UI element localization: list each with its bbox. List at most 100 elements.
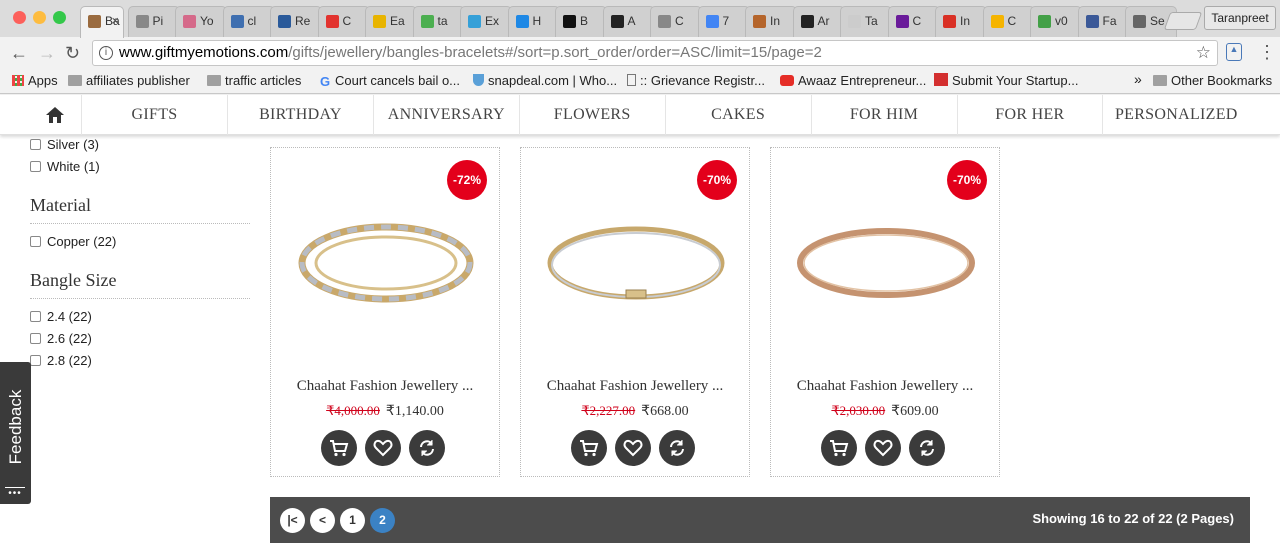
more-bookmarks-icon[interactable]: » — [1134, 71, 1142, 87]
size-filter-option[interactable]: 2.4 (22) — [30, 309, 92, 324]
color-filter-option[interactable]: Silver (3) — [30, 137, 99, 152]
new-price: ₹668.00 — [641, 404, 689, 419]
browser-tab[interactable]: C — [982, 6, 1035, 37]
nav-item-gifts[interactable]: GIFTS — [82, 95, 228, 135]
browser-tab[interactable]: Ex — [460, 6, 512, 37]
home-button[interactable] — [0, 95, 82, 135]
add-to-cart-button[interactable] — [571, 430, 607, 466]
browser-tab[interactable]: Yo — [175, 6, 227, 37]
browser-tab[interactable]: Pi — [127, 6, 180, 37]
url-path: /gifts/jewellery/bangles-bracelets#/sort… — [288, 44, 822, 61]
bookmark-item[interactable]: Submit Your Startup... — [934, 73, 1078, 88]
browser-menu-icon[interactable]: ⋮ — [1258, 42, 1276, 63]
bookmark-item[interactable]: snapdeal.com | Who... — [473, 73, 617, 88]
bookmarks-bar: Apps affiliates publisher traffic articles… — [0, 68, 1280, 94]
close-tab-icon[interactable]: × — [111, 13, 119, 28]
page-1-button[interactable]: 1 — [340, 508, 365, 533]
product-image[interactable] — [546, 208, 726, 318]
forward-icon[interactable]: → — [38, 43, 56, 64]
new-tab-button[interactable] — [1163, 12, 1203, 30]
other-bookmarks[interactable]: Other Bookmarks — [1153, 73, 1272, 88]
material-filter-option[interactable]: Copper (22) — [30, 234, 116, 249]
minimize-window-icon[interactable] — [33, 11, 46, 24]
extension-icon[interactable]: ▲ — [1226, 43, 1242, 61]
size-filter-option[interactable]: 2.8 (22) — [30, 353, 92, 368]
checkbox[interactable] — [30, 311, 41, 322]
browser-tab[interactable]: 7 — [697, 6, 750, 37]
browser-tab[interactable]: C — [650, 6, 702, 37]
maximize-window-icon[interactable] — [53, 11, 66, 24]
feedback-tab[interactable]: Feedback ••• — [0, 362, 31, 504]
product-card[interactable]: -72% Chaahat Fashion Jewellery ... ₹4,000.… — [270, 147, 500, 477]
nav-item-for-him[interactable]: FOR HIM — [812, 95, 958, 135]
wishlist-button[interactable] — [615, 430, 651, 466]
nav-item-anniversary[interactable]: ANNIVERSARY — [374, 95, 520, 135]
browser-tab[interactable]: H — [507, 6, 560, 37]
checkbox[interactable] — [30, 139, 41, 150]
browser-tab[interactable]: cl — [222, 6, 275, 37]
product-image[interactable] — [296, 208, 476, 318]
profile-button[interactable]: Taranpreet — [1204, 6, 1276, 30]
browser-tab[interactable]: ta — [412, 6, 465, 37]
product-name[interactable]: Chaahat Fashion Jewellery ... — [521, 378, 749, 395]
wishlist-button[interactable] — [865, 430, 901, 466]
tab-title: Ta — [865, 14, 878, 28]
product-card[interactable]: -70% Chaahat Fashion Jewellery ... ₹2,030.… — [770, 147, 1000, 477]
size-filter-option[interactable]: 2.6 (22) — [30, 331, 92, 346]
browser-tab[interactable]: Re — [270, 6, 322, 37]
product-card[interactable]: -70% Chaahat Fashion Jewellery ... ₹2,227.… — [520, 147, 750, 477]
browser-tab[interactable]: Fa — [1077, 6, 1130, 37]
bookmark-label: Submit Your Startup... — [952, 73, 1079, 88]
checkbox[interactable] — [30, 236, 41, 247]
nav-item-personalized[interactable]: PERSONALIZED — [1103, 95, 1249, 135]
favicon-icon — [325, 15, 339, 28]
close-window-icon[interactable] — [13, 11, 26, 24]
add-to-cart-button[interactable] — [821, 430, 857, 466]
browser-tab[interactable]: Ta — [840, 6, 892, 37]
bookmark-item[interactable]: Awaaz Entrepreneur... — [780, 73, 926, 88]
product-image[interactable] — [796, 208, 976, 318]
tab-title: Ar — [817, 14, 830, 28]
info-icon[interactable]: i — [99, 46, 113, 60]
product-name[interactable]: Chaahat Fashion Jewellery ... — [771, 378, 999, 395]
browser-tab[interactable]: A — [602, 6, 655, 37]
address-bar[interactable]: i www.giftmyemotions.com/gifts/jewellery… — [92, 40, 1218, 66]
browser-tab[interactable]: C — [887, 6, 940, 37]
product-name[interactable]: Chaahat Fashion Jewellery ... — [271, 378, 499, 395]
compare-button[interactable] — [409, 430, 445, 466]
bookmark-star-icon[interactable]: ☆ — [1196, 41, 1211, 65]
browser-tab[interactable]: In — [935, 6, 987, 37]
wishlist-button[interactable] — [365, 430, 401, 466]
nav-item-flowers[interactable]: FLOWERS — [520, 95, 666, 135]
url-host: www.giftmyemotions.com — [119, 44, 289, 61]
reload-icon[interactable]: ↻ — [65, 43, 80, 64]
browser-tab[interactable]: Ba × — [80, 6, 124, 38]
bookmark-item[interactable]: :: Grievance Registr... — [627, 73, 765, 88]
checkbox[interactable] — [30, 355, 41, 366]
checkbox[interactable] — [30, 333, 41, 344]
nav-item-for-her[interactable]: FOR HER — [957, 95, 1104, 135]
browser-tab[interactable]: Ea — [365, 6, 417, 37]
back-icon[interactable]: ← — [10, 43, 28, 64]
favicon-icon — [990, 15, 1004, 28]
bookmark-item[interactable]: affiliates publisher — [68, 73, 190, 88]
add-to-cart-button[interactable] — [321, 430, 357, 466]
old-price: ₹4,000.00 — [326, 403, 380, 418]
first-page-button[interactable]: |< — [280, 508, 305, 533]
browser-tab[interactable]: Ar — [792, 6, 845, 37]
browser-tab[interactable]: B — [555, 6, 607, 37]
bookmark-item[interactable]: Apps — [12, 73, 58, 88]
color-filter-option[interactable]: White (1) — [30, 159, 100, 174]
compare-button[interactable] — [659, 430, 695, 466]
compare-button[interactable] — [909, 430, 945, 466]
nav-item-birthday[interactable]: BIRTHDAY — [228, 95, 374, 135]
nav-item-cakes[interactable]: CAKES — [666, 95, 812, 135]
checkbox[interactable] — [30, 161, 41, 172]
page-2-button[interactable]: 2 — [370, 508, 395, 533]
browser-tab[interactable]: In — [745, 6, 797, 37]
browser-tab[interactable]: v0 — [1030, 6, 1082, 37]
browser-tab[interactable]: C — [317, 6, 370, 37]
bookmark-item[interactable]: traffic articles — [207, 73, 301, 88]
prev-page-button[interactable]: < — [310, 508, 335, 533]
bookmark-item[interactable]: G Court cancels bail o... — [320, 73, 460, 89]
